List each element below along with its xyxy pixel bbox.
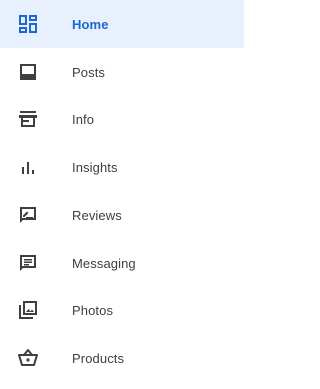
sidebar-item-label: Photos [72,302,114,318]
sidebar-item-label: Home [72,16,109,32]
rate-review-icon [16,203,40,227]
bar-chart-icon [16,155,40,179]
sidebar-item-label: Reviews [72,207,122,223]
sidebar-item-label: Info [72,111,95,127]
storefront-icon [16,107,40,131]
photo-library-icon [16,298,40,322]
sidebar-item-insights[interactable]: Insights [0,143,244,191]
sidebar-item-messaging[interactable]: Messaging [0,239,244,287]
sidebar-item-label: Insights [72,159,118,175]
sidebar-item-label: Posts [72,64,106,80]
basket-icon [16,346,40,370]
sidebar-item-info[interactable]: Info [0,95,244,143]
message-icon [16,251,40,275]
sidebar-item-home[interactable]: Home [0,0,244,48]
sidebar-nav: Home Posts Info Insights Reviews Messagi… [0,0,244,389]
sidebar-item-reviews[interactable]: Reviews [0,191,244,239]
sidebar-item-label: Products [72,350,125,366]
dashboard-icon [16,12,40,36]
sidebar-item-products[interactable]: Products [0,334,244,382]
sidebar-item-posts[interactable]: Posts [0,48,244,96]
posts-icon [16,60,40,84]
sidebar-item-label: Messaging [72,255,136,271]
sidebar-item-photos[interactable]: Photos [0,286,244,334]
